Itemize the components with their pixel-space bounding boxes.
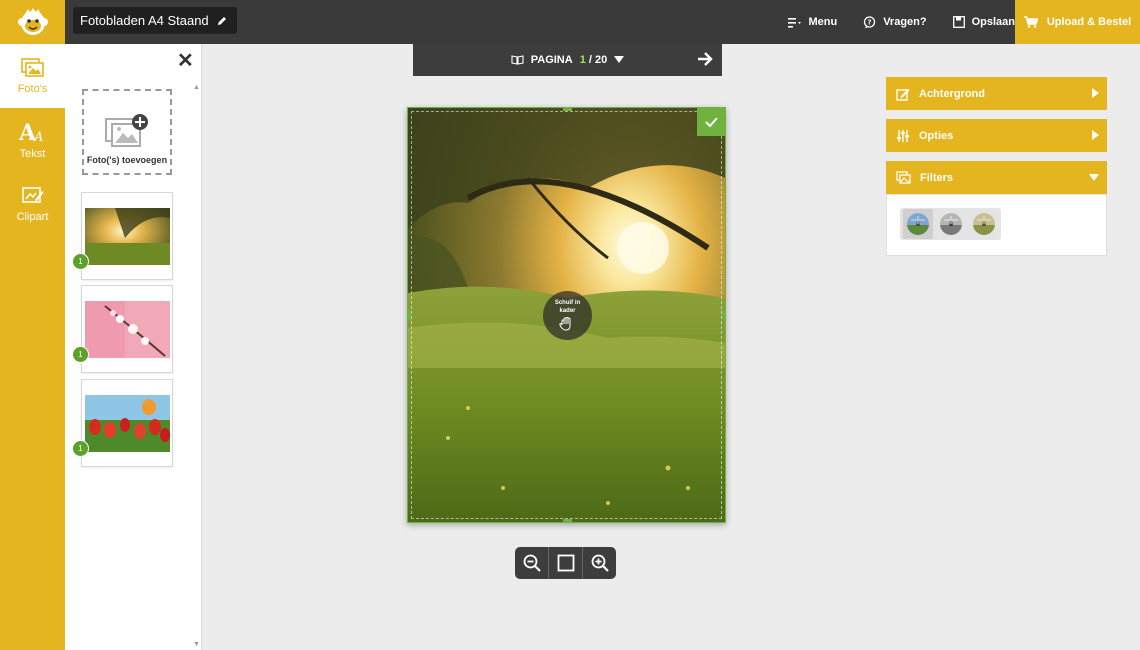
- page-label: PAGINA: [530, 54, 573, 66]
- tulips-photo: [85, 395, 170, 452]
- photo-thumbnail[interactable]: 1: [72, 379, 173, 467]
- checkmark-icon: [704, 117, 718, 127]
- hand-drag-icon: [559, 316, 571, 331]
- drag-hint-line1: Schuif in: [554, 300, 581, 307]
- top-bar: Fotobladen A4 Staand Menu ? Vragen? Opsl…: [0, 0, 1140, 44]
- rail-item-photos-label: Foto's: [17, 82, 48, 95]
- usage-count-badge: 1: [72, 346, 89, 363]
- filter-grayscale-icon: [940, 213, 962, 235]
- top-actions: Menu ? Vragen? Opslaan: [788, 0, 1015, 44]
- background-label: Achtergrond: [919, 87, 985, 100]
- usage-count-badge: 1: [72, 253, 89, 270]
- book-icon: [511, 55, 524, 65]
- cherry-blossom-photo: [85, 301, 170, 358]
- filter-sepia-option[interactable]: [969, 209, 999, 239]
- resize-handle-left[interactable]: [408, 311, 411, 320]
- caret-right-icon: [1092, 130, 1099, 140]
- monkey-logo-icon: [17, 8, 48, 35]
- document-title[interactable]: Fotobladen A4 Staand: [73, 7, 237, 34]
- zoom-in-button[interactable]: [583, 547, 616, 579]
- cart-icon: [1023, 16, 1038, 28]
- save-label: Opslaan: [971, 16, 1015, 28]
- resize-handle-bottom[interactable]: [563, 519, 572, 522]
- page-navigator: PAGINA 1 / 20: [413, 44, 722, 76]
- page-dropdown-button[interactable]: [614, 56, 625, 64]
- photo-page-frame[interactable]: Schuif in kader: [407, 107, 726, 523]
- fit-frame-icon: [557, 554, 574, 572]
- zoom-controls: [515, 547, 616, 579]
- menu-icon: [788, 17, 802, 28]
- filters-label: Filters: [920, 171, 954, 184]
- photo-confirmed-check[interactable]: [697, 108, 725, 136]
- menu-label: Menu: [808, 16, 838, 28]
- questions-label: Vragen?: [883, 16, 927, 28]
- photo-panel: ✕ Foto('s) toevoegen 1 1 1 ▲ ▼: [65, 44, 202, 650]
- text-icon: A A: [19, 121, 43, 143]
- rail-item-photos[interactable]: Foto's: [0, 44, 65, 108]
- filter-original-icon: [907, 213, 929, 235]
- caret-down-icon: [1089, 174, 1099, 181]
- clipart-icon: [21, 186, 43, 203]
- total-pages: 20: [595, 54, 608, 66]
- resize-handle-top[interactable]: [563, 108, 572, 111]
- page-separator: /: [588, 54, 592, 66]
- monkey-logo[interactable]: [0, 0, 65, 44]
- svg-text:?: ?: [868, 18, 872, 26]
- sliders-icon: [897, 129, 909, 142]
- fit-to-screen-button[interactable]: [549, 547, 583, 579]
- filter-original-option[interactable]: [903, 209, 933, 239]
- pencil-icon[interactable]: [217, 16, 227, 26]
- upload-order-label: Upload & Bestel: [1046, 16, 1132, 28]
- add-photos-button[interactable]: Foto('s) toevoegen: [82, 89, 172, 175]
- rail-item-clipart[interactable]: Clipart: [0, 172, 65, 236]
- photo-thumbnail[interactable]: 1: [72, 192, 173, 280]
- close-panel-icon[interactable]: ✕: [177, 51, 194, 71]
- photos-icon: [20, 57, 44, 77]
- upload-order-button[interactable]: Upload & Bestel: [1015, 0, 1140, 44]
- menu-button[interactable]: Menu: [788, 16, 837, 28]
- next-page-arrow-icon[interactable]: [696, 50, 714, 68]
- scroll-up-icon[interactable]: ▲: [193, 84, 200, 91]
- resize-handle-right[interactable]: [722, 311, 725, 320]
- drag-hint-line2: kader: [559, 307, 576, 314]
- rail-item-clipart-label: Clipart: [16, 210, 49, 223]
- scroll-down-icon[interactable]: ▼: [193, 641, 200, 648]
- filters-section-header[interactable]: Filters: [886, 161, 1107, 194]
- zoom-out-icon: [523, 554, 541, 572]
- zoom-out-button[interactable]: [515, 547, 549, 579]
- left-tool-rail: Foto's A A Tekst Clipart: [0, 44, 65, 650]
- save-disk-icon: [952, 16, 965, 28]
- caret-right-icon: [1092, 88, 1099, 98]
- caret-down-icon: [614, 56, 625, 63]
- filter-sepia-icon: [973, 213, 995, 235]
- filter-options: [900, 208, 1001, 240]
- add-photo-icon: [105, 114, 148, 147]
- options-section-header[interactable]: Opties: [886, 119, 1107, 152]
- svg-text:A: A: [33, 130, 43, 143]
- usage-count-badge: 1: [72, 440, 89, 457]
- help-chat-icon: ?: [864, 15, 876, 28]
- filters-panel: [886, 194, 1107, 256]
- sunset-meadow-photo: [85, 208, 170, 265]
- background-section-header[interactable]: Achtergrond: [886, 77, 1107, 110]
- zoom-in-icon: [591, 554, 609, 572]
- current-page-number: 1: [579, 54, 586, 66]
- questions-button[interactable]: ? Vragen?: [863, 15, 927, 29]
- filter-grayscale-option[interactable]: [936, 209, 966, 239]
- add-photos-label: Foto('s) toevoegen: [86, 155, 168, 165]
- save-button[interactable]: Opslaan: [952, 16, 1015, 28]
- edit-background-icon: [896, 88, 910, 101]
- panel-scrollbar[interactable]: ▲ ▼: [193, 82, 201, 650]
- rail-item-text-label: Tekst: [19, 147, 46, 160]
- photo-thumbnail[interactable]: 1: [72, 285, 173, 373]
- filters-photos-icon: [896, 170, 911, 184]
- options-label: Opties: [919, 129, 954, 142]
- drag-to-frame-hint[interactable]: Schuif in kader: [543, 291, 592, 340]
- document-title-text: Fotobladen A4 Staand: [80, 13, 209, 28]
- rail-item-text[interactable]: A A Tekst: [0, 108, 65, 172]
